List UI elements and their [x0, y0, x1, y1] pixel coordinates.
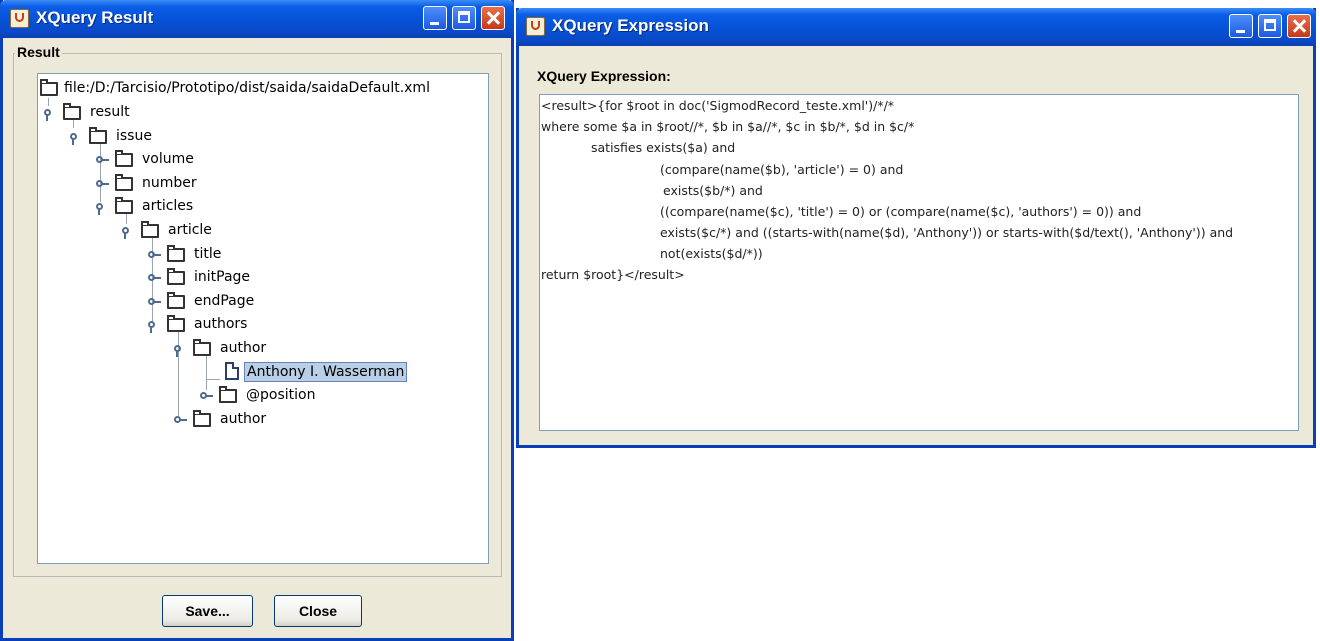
tree-node-endpage[interactable]: endPage — [142, 291, 342, 313]
result-window-title: XQuery Result — [36, 8, 154, 27]
tree-handle-icon[interactable] — [96, 178, 110, 190]
save-button[interactable]: Save... — [162, 595, 253, 627]
folder-icon — [167, 268, 185, 285]
tree-node-label: endPage — [194, 293, 255, 309]
tree-handle-icon[interactable] — [148, 296, 162, 308]
folder-icon — [141, 221, 159, 238]
folder-icon — [63, 103, 81, 120]
tree-node-volume[interactable]: volume — [90, 149, 290, 171]
maximize-icon[interactable] — [452, 6, 476, 30]
folder-icon — [115, 174, 133, 191]
expression-window-title: XQuery Expression — [552, 16, 709, 35]
close-icon[interactable] — [481, 6, 505, 30]
expression-textarea[interactable]: <result>{for $root in doc('SigmodRecord_… — [539, 94, 1299, 431]
xquery-result-window: XQuery Result Result file:/D:/Tarcisio/P… — [0, 0, 514, 641]
tree-node-label: volume — [142, 151, 194, 167]
tree-node-author[interactable]: author — [168, 338, 368, 360]
folder-icon — [219, 386, 237, 403]
java-icon — [526, 17, 545, 36]
tree-node-articles[interactable]: articles — [90, 196, 290, 218]
folder-icon — [167, 245, 185, 262]
result-group-label: Result — [15, 44, 62, 60]
result-titlebar[interactable]: XQuery Result — [0, 0, 514, 38]
tree-node-label: author — [220, 411, 267, 427]
tree-node-author[interactable]: author — [168, 409, 368, 431]
tree-handle-icon[interactable] — [96, 154, 110, 166]
code-line: <result>{for $root in doc('SigmodRecord_… — [541, 98, 895, 113]
folder-icon — [167, 315, 185, 332]
code-line: not(exists($d/*)) — [660, 246, 763, 261]
code-line: satisfies exists($a) and — [591, 140, 736, 155]
folder-icon — [89, 127, 107, 144]
tree-handle-icon[interactable] — [122, 225, 136, 239]
close-button[interactable]: Close — [274, 595, 362, 627]
xquery-expression-window: XQuery Expression XQuery Expression: <re… — [516, 8, 1316, 448]
folder-icon — [193, 339, 211, 356]
tree-node-number[interactable]: number — [90, 173, 290, 195]
tree-node-author-text[interactable]: Anthony I. Wasserman — [194, 361, 434, 383]
tree-node-label: @position — [246, 387, 316, 403]
code-line: (compare(name($b), 'article') = 0) and — [660, 162, 904, 177]
minimize-icon[interactable] — [423, 6, 447, 30]
tree-node-label: file:/D:/Tarcisio/Prototipo/dist/saida/s… — [64, 80, 430, 96]
code-line: exists($b/*) and — [663, 183, 763, 198]
tree-node-label: articles — [142, 198, 194, 214]
tree-node-article[interactable]: article — [116, 220, 316, 242]
folder-icon — [193, 410, 211, 427]
tree-handle-icon[interactable] — [148, 319, 162, 333]
maximize-icon[interactable] — [1258, 14, 1282, 38]
tree-node-label: number — [142, 175, 197, 191]
tree-node-label: initPage — [194, 269, 251, 285]
file-icon — [225, 362, 239, 380]
code-line: where some $a in $root//*, $b in $a//*, … — [541, 119, 915, 134]
code-line: ((compare(name($c), 'title') = 0) or (co… — [660, 204, 1142, 219]
tree-node-root[interactable]: file:/D:/Tarcisio/Prototipo/dist/saida/s… — [38, 78, 478, 100]
tree-node-label-selected: Anthony I. Wasserman — [244, 362, 408, 382]
expression-label: XQuery Expression: — [537, 68, 671, 84]
folder-icon — [115, 197, 133, 214]
tree-node-issue[interactable]: issue — [64, 126, 264, 148]
tree-node-label: result — [90, 104, 130, 120]
folder-icon — [167, 292, 185, 309]
result-tree[interactable]: file:/D:/Tarcisio/Prototipo/dist/saida/s… — [37, 73, 489, 564]
tree-handle-icon[interactable] — [174, 343, 188, 357]
close-icon[interactable] — [1287, 14, 1311, 38]
code-line: return $root}</result> — [541, 267, 685, 282]
minimize-icon[interactable] — [1229, 14, 1253, 38]
tree-handle-icon[interactable] — [96, 201, 110, 215]
tree-node-initpage[interactable]: initPage — [142, 267, 342, 289]
tree-handle-icon[interactable] — [70, 131, 84, 145]
folder-icon — [40, 79, 58, 96]
tree-node-authors[interactable]: authors — [142, 314, 342, 336]
tree-handle-icon[interactable] — [148, 272, 162, 284]
tree-node-label: author — [220, 340, 267, 356]
tree-handle-icon[interactable] — [148, 249, 162, 261]
tree-node-label: article — [168, 222, 212, 238]
java-icon — [10, 9, 29, 28]
tree-handle-icon[interactable] — [44, 107, 58, 121]
code-line: exists($c/*) and ((starts-with(name($d),… — [660, 225, 1234, 240]
tree-node-result[interactable]: result — [38, 102, 238, 124]
expression-titlebar[interactable]: XQuery Expression — [516, 8, 1316, 46]
tree-handle-icon[interactable] — [174, 414, 188, 426]
tree-node-label: title — [194, 246, 222, 262]
tree-handle-icon[interactable] — [200, 390, 214, 402]
tree-node-label: issue — [116, 128, 152, 144]
tree-node-label: authors — [194, 316, 248, 332]
tree-node-title[interactable]: title — [142, 244, 342, 266]
folder-icon — [115, 150, 133, 167]
tree-node-position[interactable]: @position — [194, 385, 394, 407]
